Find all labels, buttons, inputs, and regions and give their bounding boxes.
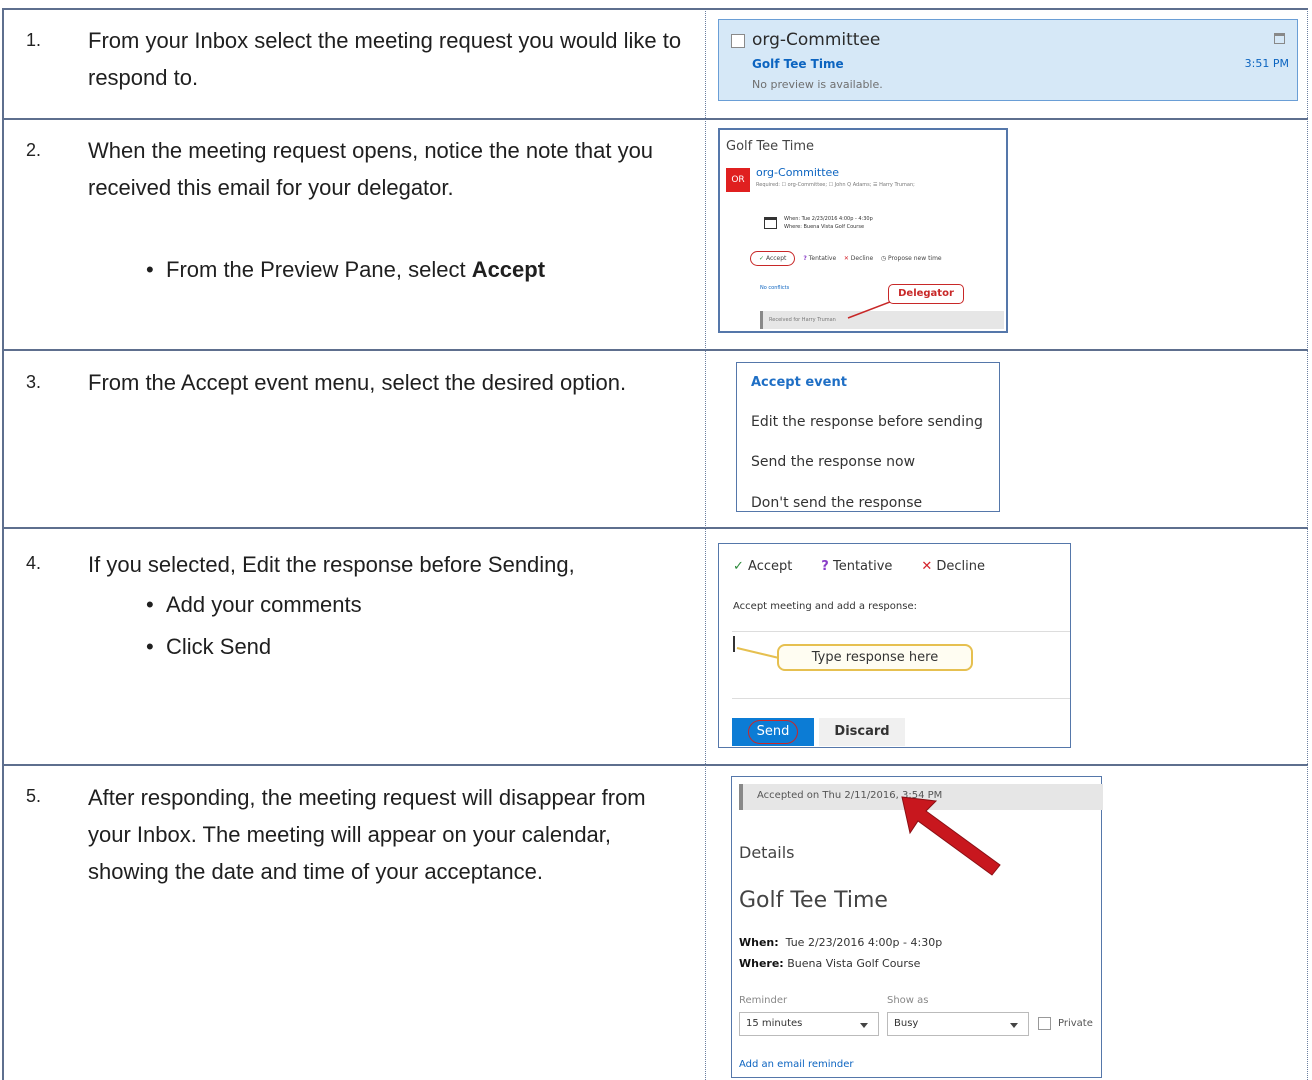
event-title: Golf Tee Time	[739, 888, 888, 913]
select-checkbox[interactable]	[731, 34, 745, 48]
step-text: After responding, the meeting request wi…	[88, 785, 646, 884]
arrow-icon	[901, 796, 1001, 876]
details-heading: Details	[739, 843, 795, 862]
preview-pane: Golf Tee Time OR org-Committee Required:…	[718, 128, 1008, 333]
reminder-select[interactable]: 15 minutes	[739, 1012, 879, 1036]
bullet-item: Click Send	[146, 628, 666, 665]
where-label: Where:	[739, 957, 784, 970]
menu-item-send-now[interactable]: Send the response now	[751, 454, 915, 470]
response-editor: ✓ Accept ? Tentative ✕ Decline Accept me…	[718, 543, 1071, 748]
message-subject: Golf Tee Time	[752, 57, 844, 71]
row-border	[2, 527, 1308, 529]
event-when: When: Tue 2/23/2016 4:00p - 4:30p	[739, 936, 942, 949]
message-preview: No preview is available.	[752, 78, 883, 91]
message-sender: org-Committee	[752, 30, 881, 50]
event-details-pane: Accepted on Thu 2/11/2016, 3:54 PM Detai…	[731, 776, 1103, 1078]
add-email-reminder-link[interactable]: Add an email reminder	[739, 1059, 853, 1070]
step-number: 4.	[26, 553, 42, 573]
inbox-message-item[interactable]: org-Committee Golf Tee Time No preview i…	[718, 19, 1298, 101]
menu-header: Accept event	[751, 375, 847, 390]
message-time: 3:51 PM	[1244, 57, 1289, 70]
menu-item-dont-send[interactable]: Don't send the response	[751, 495, 922, 511]
callout-pointer	[847, 301, 891, 319]
show-as-select[interactable]: Busy	[887, 1012, 1029, 1036]
accept-event-menu: Accept event Edit the response before se…	[736, 362, 1000, 512]
step-text: From the Accept event menu, select the d…	[88, 370, 627, 395]
private-checkbox[interactable]	[1038, 1017, 1051, 1030]
delegator-callout: Delegator	[888, 284, 964, 304]
table-border-left	[2, 8, 4, 1080]
when-label: When:	[739, 936, 779, 949]
row-border	[2, 118, 1308, 120]
table-border-right	[1307, 8, 1308, 1080]
step-text: When the meeting request opens, notice t…	[88, 138, 654, 200]
event-where: Where: Buena Vista Golf Course	[739, 957, 920, 970]
step-number: 3.	[26, 372, 42, 392]
step-number: 2.	[26, 140, 42, 160]
bullet-text: From the Preview Pane, select	[166, 257, 472, 282]
row-border	[2, 764, 1308, 766]
show-as-label: Show as	[887, 995, 929, 1006]
reminder-label: Reminder	[739, 995, 788, 1006]
calendar-icon	[1274, 33, 1285, 44]
when-value: Tue 2/23/2016 4:00p - 4:30p	[785, 936, 943, 949]
type-response-callout: Type response here	[777, 644, 973, 671]
bullet-item: Add your comments	[146, 586, 666, 623]
column-divider	[705, 8, 706, 1080]
step-bullet: From the Preview Pane, select Accept	[146, 251, 666, 288]
bullet-bold-text: Accept	[471, 257, 546, 282]
send-button[interactable]: Send	[732, 718, 814, 746]
row-border	[2, 8, 1308, 10]
step-bullet-list: Add your comments Click Send	[146, 586, 666, 665]
discard-button[interactable]: Discard	[819, 718, 905, 746]
where-value: Buena Vista Golf Course	[787, 957, 921, 970]
step-text: If you selected, Edit the response befor…	[88, 552, 575, 577]
step-number: 1.	[26, 30, 42, 50]
step-text: From your Inbox select the meeting reque…	[88, 28, 682, 90]
private-label: Private	[1058, 1018, 1093, 1029]
row-border	[2, 349, 1308, 351]
step-number: 5.	[26, 786, 42, 806]
send-label: Send	[747, 720, 799, 744]
menu-item-edit-response[interactable]: Edit the response before sending	[751, 414, 983, 430]
